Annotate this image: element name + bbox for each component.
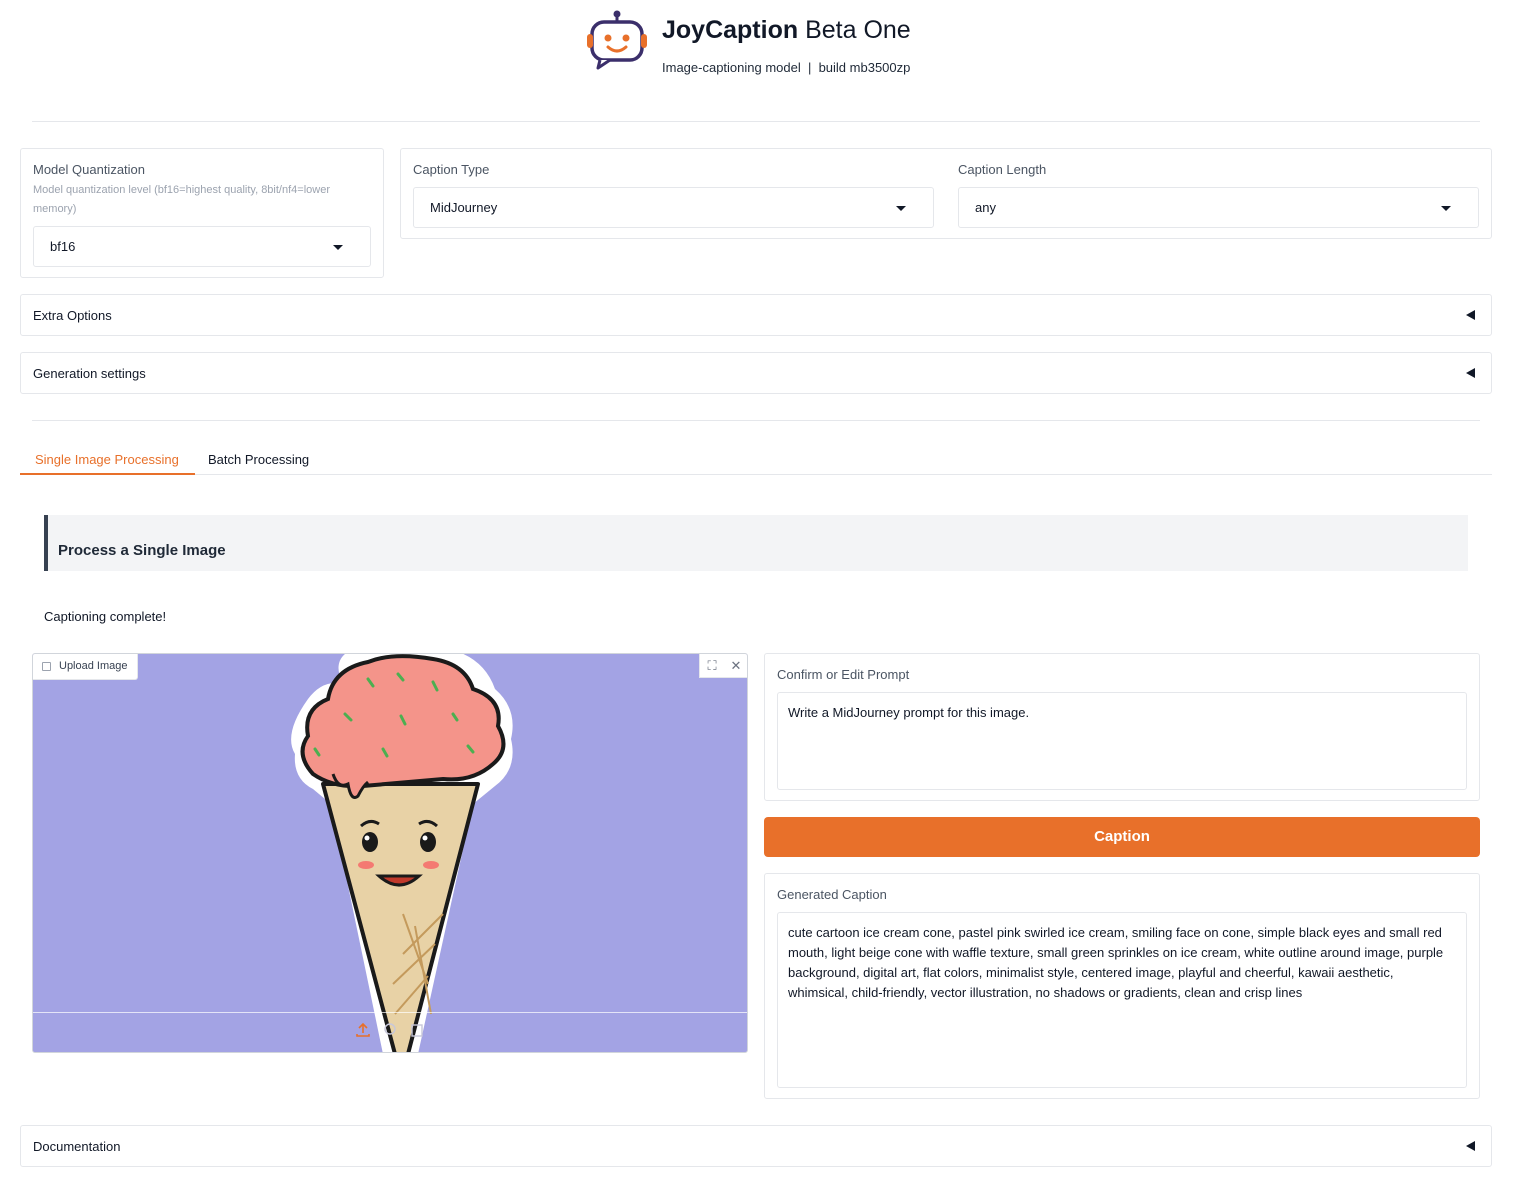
- generated-caption-textarea[interactable]: cute cartoon ice cream cone, pastel pink…: [777, 912, 1467, 1088]
- image-toolbar: ⛶ ✕: [699, 654, 747, 678]
- image-footer-divider: [33, 1012, 747, 1013]
- caption-button[interactable]: Caption: [764, 817, 1480, 857]
- clipboard-icon[interactable]: [409, 1022, 425, 1038]
- prompt-textarea[interactable]: Write a MidJourney prompt for this image…: [777, 692, 1467, 790]
- robot-chat-icon: [587, 10, 647, 70]
- tab-bar: Single Image Processing Batch Processing: [20, 442, 1492, 475]
- caption-length-label: Caption Length: [958, 162, 1047, 177]
- divider: [32, 420, 1480, 421]
- caption-length-value: any: [975, 200, 996, 215]
- tab-batch-processing[interactable]: Batch Processing: [208, 442, 309, 475]
- chevron-down-icon: [1441, 206, 1451, 211]
- collapse-arrow-icon: [1466, 310, 1475, 320]
- divider: [32, 121, 1480, 122]
- close-icon[interactable]: ✕: [724, 654, 747, 678]
- image-icon: [42, 662, 51, 671]
- caption-length-dropdown[interactable]: any: [958, 187, 1479, 228]
- model-quantization-label: Model Quantization: [33, 162, 146, 177]
- model-quantization-info: Model quantization level (bf16=highest q…: [33, 184, 330, 215]
- prompt-panel: Confirm or Edit Prompt Write a MidJourne…: [764, 653, 1480, 801]
- upload-image-badge: Upload Image: [33, 654, 138, 680]
- generated-caption-panel: Generated Caption cute cartoon ice cream…: [764, 873, 1480, 1099]
- status-text: Captioning complete!: [44, 609, 167, 624]
- generation-settings-accordion[interactable]: Generation settings: [20, 352, 1492, 394]
- documentation-label: Documentation: [33, 1139, 121, 1154]
- app-subtitle: Image-captioning model | build mb3500zp: [662, 60, 911, 75]
- collapse-arrow-icon: [1466, 1141, 1475, 1151]
- section-title: Process a Single Image: [58, 542, 226, 559]
- model-quantization-dropdown[interactable]: bf16: [33, 226, 371, 267]
- image-upload-panel[interactable]: Upload Image ⛶ ✕: [32, 653, 748, 1053]
- prompt-label: Confirm or Edit Prompt: [777, 667, 910, 682]
- generated-caption-label: Generated Caption: [777, 887, 887, 902]
- model-quantization-panel: Model Quantization Model quantization le…: [20, 148, 384, 278]
- model-quantization-value: bf16: [50, 239, 76, 254]
- upload-image-label: Upload Image: [59, 660, 128, 672]
- caption-type-value: MidJourney: [430, 200, 498, 215]
- app-header: JoyCaption Beta One Image-captioning mod…: [0, 0, 1516, 100]
- caption-options-panel: Caption Type MidJourney Caption Length a…: [400, 148, 1492, 239]
- webcam-icon[interactable]: [382, 1022, 398, 1038]
- upload-icon[interactable]: [355, 1022, 371, 1038]
- generation-settings-label: Generation settings: [33, 366, 146, 381]
- collapse-arrow-icon: [1466, 368, 1475, 378]
- chevron-down-icon: [333, 245, 343, 250]
- section-heading: Process a Single Image: [44, 515, 1468, 571]
- extra-options-label: Extra Options: [33, 308, 112, 323]
- caption-type-label: Caption Type: [413, 162, 490, 177]
- app-title: JoyCaption Beta One: [662, 16, 911, 44]
- caption-type-dropdown[interactable]: MidJourney: [413, 187, 934, 228]
- fullscreen-icon[interactable]: ⛶: [700, 654, 724, 678]
- documentation-accordion[interactable]: Documentation: [20, 1125, 1492, 1167]
- extra-options-accordion[interactable]: Extra Options: [20, 294, 1492, 336]
- uploaded-image: [291, 654, 513, 1052]
- chevron-down-icon: [896, 206, 906, 211]
- tab-single-image[interactable]: Single Image Processing: [20, 442, 195, 475]
